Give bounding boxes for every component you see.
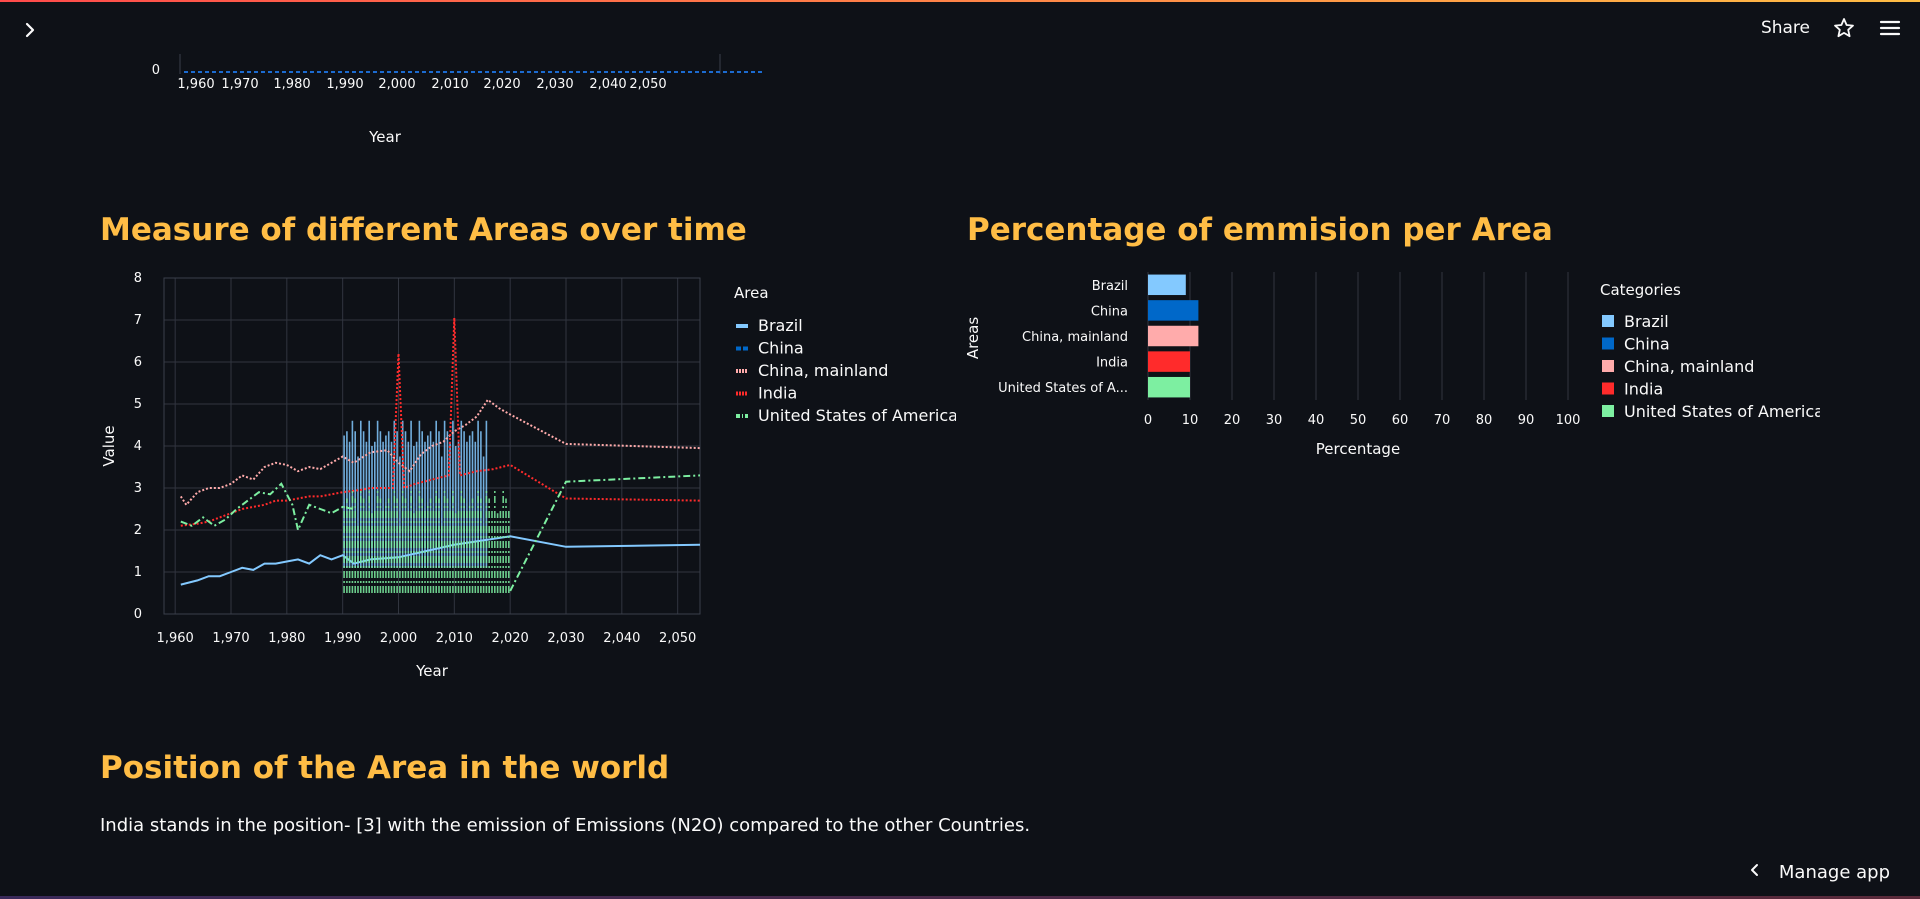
line-chart[interactable]: 0 1 2 3 4 5 6 7 8 1,960 1,970 1,980 1,990 2,000 2,010 2… [96,268,956,698]
x-tick-label: 80 [1476,413,1493,428]
series-line [509,474,700,592]
top-partial-chart: 0 1,960 1,970 1,980 1,990 2,000 2,010 2,020 2,0… [152,54,762,146]
bar [1148,300,1199,321]
top-accent-line [0,0,1920,2]
bar [1148,351,1190,372]
x-tick-label: 1,970 [212,631,249,646]
hamburger-menu-icon[interactable] [1878,16,1902,40]
bar-chart[interactable]: 0 10 20 30 40 50 60 70 80 90 100 Percentage Areas Bra… [960,268,1820,488]
star-icon[interactable] [1832,16,1856,40]
x-tick-label: 60 [1392,413,1409,428]
x-tick-label: 20 [1224,413,1241,428]
position-description: India stands in the position- [3] with t… [100,815,1031,836]
x-tick-label: 1,960 [157,631,194,646]
x-tick-label: 1,990 [326,77,363,92]
y-tick-label: 7 [134,313,142,328]
y-tick-label: United States of A... [998,381,1128,396]
x-tick-label: 40 [1308,413,1325,428]
header-actions: Share [1761,16,1902,40]
x-tick-label: 2,050 [629,77,666,92]
legend-label: China [1624,335,1670,354]
x-tick-label: 2,000 [380,631,417,646]
legend-title: Area [734,284,769,302]
legend-label: China [758,339,804,358]
y-tick-label: China, mainland [1022,330,1128,345]
legend: Area Brazil China China, mainland India Unite… [734,284,956,425]
y-axis-label: Areas [964,317,982,360]
y-tick-label: 4 [134,439,142,454]
x-tick-label: 30 [1266,413,1283,428]
x-tick-label: 1,980 [268,631,305,646]
legend-swatch [1602,382,1614,395]
x-axis-label: Year [368,128,402,146]
x-tick-label: 1,990 [324,631,361,646]
x-tick-label: 2,020 [483,77,520,92]
y-tick-label: 5 [134,397,142,412]
legend-label: United States of America [1624,402,1820,421]
x-axis-label: Year [415,662,449,680]
y-tick-label: 1 [134,565,142,580]
x-tick-label: 50 [1350,413,1367,428]
legend-label: Brazil [758,316,803,335]
legend-swatch [1602,337,1614,350]
measure-section-title: Measure of different Areas over time [100,212,747,248]
x-tick-label: 2,040 [603,631,640,646]
y-tick-label: China [1091,304,1128,319]
x-tick-label: 1,960 [177,77,214,92]
y-tick-label: 2 [134,523,142,538]
legend: Categories Brazil China China, mainland Indi… [1600,281,1820,421]
x-tick-label: 90 [1518,413,1535,428]
bar [1148,376,1190,398]
bar [1148,325,1199,347]
y-tick-label: India [1096,356,1128,371]
x-tick-label: 2,010 [436,631,473,646]
legend-label: China, mainland [1624,357,1754,376]
x-axis-label: Percentage [1316,440,1400,458]
legend-swatch [1602,405,1614,417]
chevron-left-icon [1747,862,1763,883]
legend-label: India [758,384,797,403]
x-tick-label: 2,030 [536,77,573,92]
x-tick-label: 1,970 [221,77,258,92]
bar [1148,274,1186,296]
y-tick-label: 0 [152,63,160,78]
share-button[interactable]: Share [1761,18,1810,38]
legend-label: Brazil [1624,312,1669,331]
x-tick-label: 1,980 [273,77,310,92]
manage-app-button[interactable]: Manage app [1747,862,1890,883]
legend-swatch [1602,315,1614,327]
legend-title: Categories [1600,281,1681,299]
y-tick-label: 3 [134,481,142,496]
x-tick-label: 2,000 [378,77,415,92]
y-axis-label: Value [100,425,118,466]
legend-label: India [1624,380,1663,399]
legend-label: China, mainland [758,361,888,380]
x-tick-label: 0 [1144,413,1152,428]
x-tick-label: 2,020 [492,631,529,646]
x-tick-label: 2,010 [431,77,468,92]
y-tick-label: 0 [134,607,142,622]
y-tick-label: 6 [134,355,142,370]
x-tick-label: 70 [1434,413,1451,428]
x-tick-label: 100 [1556,413,1581,428]
x-tick-label: 2,040 [589,77,626,92]
series-line [180,482,354,534]
legend-swatch [1602,360,1614,372]
x-tick-label: 2,050 [659,631,696,646]
series-spikes [343,420,488,568]
manage-app-label: Manage app [1778,862,1890,883]
legend-label: United States of America [758,406,956,425]
chevron-right-icon[interactable] [18,18,42,42]
position-section-title: Position of the Area in the world [100,750,670,786]
y-tick-label: Brazil [1092,279,1128,294]
y-tick-label: 8 [134,271,142,286]
percentage-section-title: Percentage of emmision per Area [967,212,1553,248]
x-tick-label: 2,030 [547,631,584,646]
x-tick-label: 10 [1182,413,1199,428]
